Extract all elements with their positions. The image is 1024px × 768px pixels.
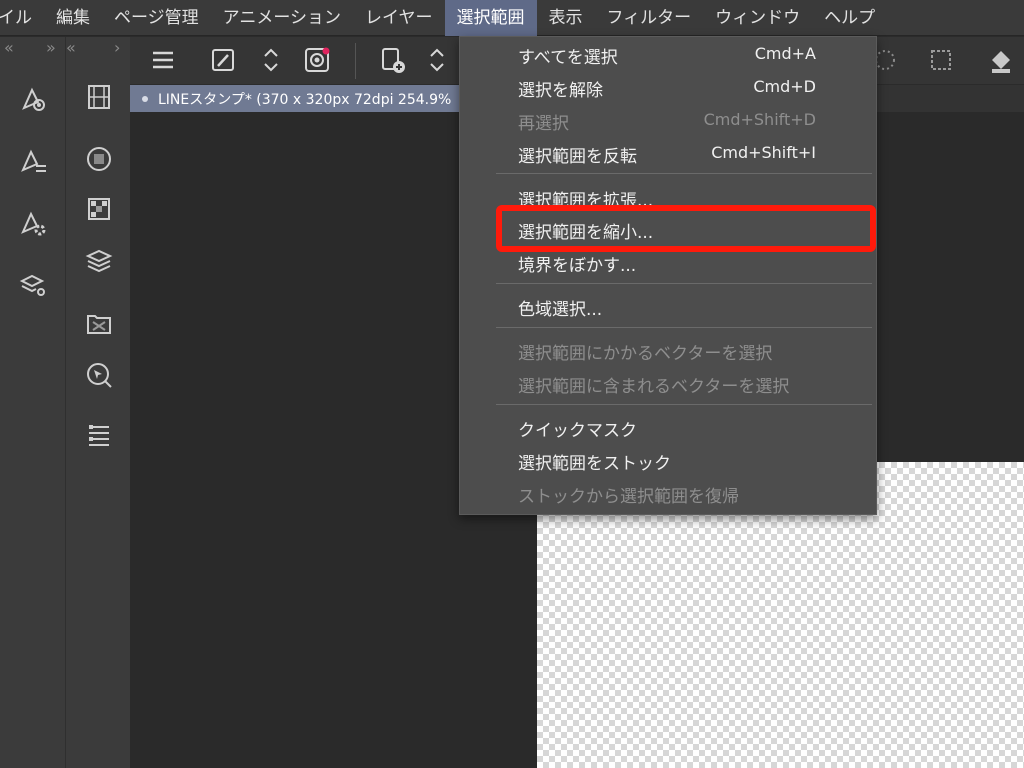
menu-item-reselect: 再選択 Cmd+Shift+D bbox=[460, 105, 876, 137]
menu-item-stock-selection[interactable]: 選択範囲をストック bbox=[460, 445, 876, 477]
menu-selection[interactable]: 選択範囲 bbox=[444, 0, 537, 36]
menu-item-label: 選択範囲を反転 bbox=[518, 147, 637, 167]
menu-separator bbox=[496, 404, 872, 405]
layers-settings-icon[interactable] bbox=[18, 270, 48, 300]
menu-item-shortcut: Cmd+A bbox=[754, 44, 816, 63]
menu-item-color-range[interactable]: 色域選択... bbox=[460, 291, 876, 323]
pen-target-icon[interactable] bbox=[18, 84, 48, 114]
pen-list-icon[interactable] bbox=[18, 146, 48, 176]
menu-separator bbox=[496, 283, 872, 284]
fill-bucket-icon[interactable] bbox=[986, 45, 1016, 75]
selection-menu-dropdown: すべてを選択 Cmd+A 選択を解除 Cmd+D 再選択 Cmd+Shift+D… bbox=[459, 36, 877, 515]
collapse-left-icon[interactable]: « bbox=[4, 38, 14, 57]
eyedropper-icon[interactable] bbox=[208, 45, 238, 75]
list-properties-icon[interactable] bbox=[84, 420, 114, 450]
document-tab-label: LINEスタンプ* (370 x 320px 72dpi 254.9% bbox=[158, 91, 452, 108]
toolbar-separator bbox=[355, 43, 356, 79]
menu-item-label: クイックマスク bbox=[518, 421, 637, 441]
highlight-annotation bbox=[496, 205, 876, 252]
pen-settings-icon[interactable] bbox=[18, 208, 48, 238]
up-down-arrow-icon[interactable] bbox=[422, 45, 452, 75]
menu-separator bbox=[496, 173, 872, 174]
collapse-right-icon[interactable]: » bbox=[46, 38, 56, 57]
color-circle-icon[interactable] bbox=[84, 144, 114, 174]
menu-view[interactable]: 表示 bbox=[537, 0, 595, 36]
new-page-icon[interactable] bbox=[378, 45, 408, 75]
folder-pattern-icon[interactable] bbox=[84, 308, 114, 338]
menu-item-label: 再選択 bbox=[518, 114, 569, 134]
menu-window[interactable]: ウィンドウ bbox=[703, 0, 812, 36]
menu-page-management[interactable]: ページ管理 bbox=[102, 0, 211, 36]
menu-item-deselect[interactable]: 選択を解除 Cmd+D bbox=[460, 72, 876, 104]
menu-item-select-overlapping-vectors: 選択範囲にかかるベクターを選択 bbox=[460, 335, 876, 367]
menu-file[interactable]: イル bbox=[0, 0, 44, 36]
dotted-selection-icon[interactable] bbox=[926, 45, 956, 75]
navigator-icon[interactable] bbox=[84, 360, 114, 390]
menu-item-shortcut: Cmd+Shift+I bbox=[711, 143, 816, 162]
menu-animation[interactable]: アニメーション bbox=[211, 0, 353, 36]
collapse-left-icon-2[interactable]: « bbox=[66, 38, 76, 57]
menu-item-quick-mask[interactable]: クイックマスク bbox=[460, 412, 876, 444]
document-tab[interactable]: LINEスタンプ* (370 x 320px 72dpi 254.9% bbox=[130, 85, 470, 112]
menu-item-select-all[interactable]: すべてを選択 Cmd+A bbox=[460, 39, 876, 71]
menu-item-label: 選択を解除 bbox=[518, 81, 603, 101]
grid-swatch-icon[interactable] bbox=[84, 194, 114, 224]
menu-item-label: 選択範囲に含まれるベクターを選択 bbox=[518, 377, 790, 397]
menu-item-shortcut: Cmd+Shift+D bbox=[703, 110, 816, 129]
panel-divider bbox=[65, 37, 66, 768]
menu-item-label: ストックから選択範囲を復帰 bbox=[518, 487, 739, 507]
app-window: イル 編集 ページ管理 アニメーション レイヤー 選択範囲 表示 フィルター ウ… bbox=[0, 0, 1024, 768]
menu-item-label: 色域選択... bbox=[518, 300, 603, 320]
menubar: イル 編集 ページ管理 アニメーション レイヤー 選択範囲 表示 フィルター ウ… bbox=[0, 0, 1024, 36]
menu-item-shortcut: Cmd+D bbox=[753, 77, 816, 96]
menu-item-select-contained-vectors: 選択範囲に含まれるベクターを選択 bbox=[460, 368, 876, 400]
menu-icon[interactable] bbox=[148, 45, 178, 75]
menu-layer[interactable]: レイヤー bbox=[353, 0, 445, 36]
filmstrip-icon[interactable] bbox=[84, 82, 114, 112]
spiral-badge-icon[interactable] bbox=[302, 45, 332, 75]
menu-item-label: 選択範囲をストック bbox=[518, 454, 671, 474]
modified-dot-icon bbox=[142, 95, 148, 102]
menu-help[interactable]: ヘルプ bbox=[812, 0, 887, 36]
menu-filter[interactable]: フィルター bbox=[595, 0, 704, 36]
menu-separator bbox=[496, 327, 872, 328]
menu-item-restore-from-stock: ストックから選択範囲を復帰 bbox=[460, 478, 876, 510]
collapse-right-icon-2[interactable]: › bbox=[114, 38, 120, 57]
menu-item-label: 境界をぼかす... bbox=[518, 256, 637, 276]
menu-item-label: 選択範囲にかかるベクターを選択 bbox=[518, 344, 773, 364]
menu-item-label: すべてを選択 bbox=[518, 48, 618, 68]
menu-edit[interactable]: 編集 bbox=[44, 0, 102, 36]
menu-item-invert-selection[interactable]: 選択範囲を反転 Cmd+Shift+I bbox=[460, 138, 876, 170]
up-down-arrow-icon[interactable] bbox=[256, 45, 286, 75]
layers-icon[interactable] bbox=[84, 246, 114, 276]
